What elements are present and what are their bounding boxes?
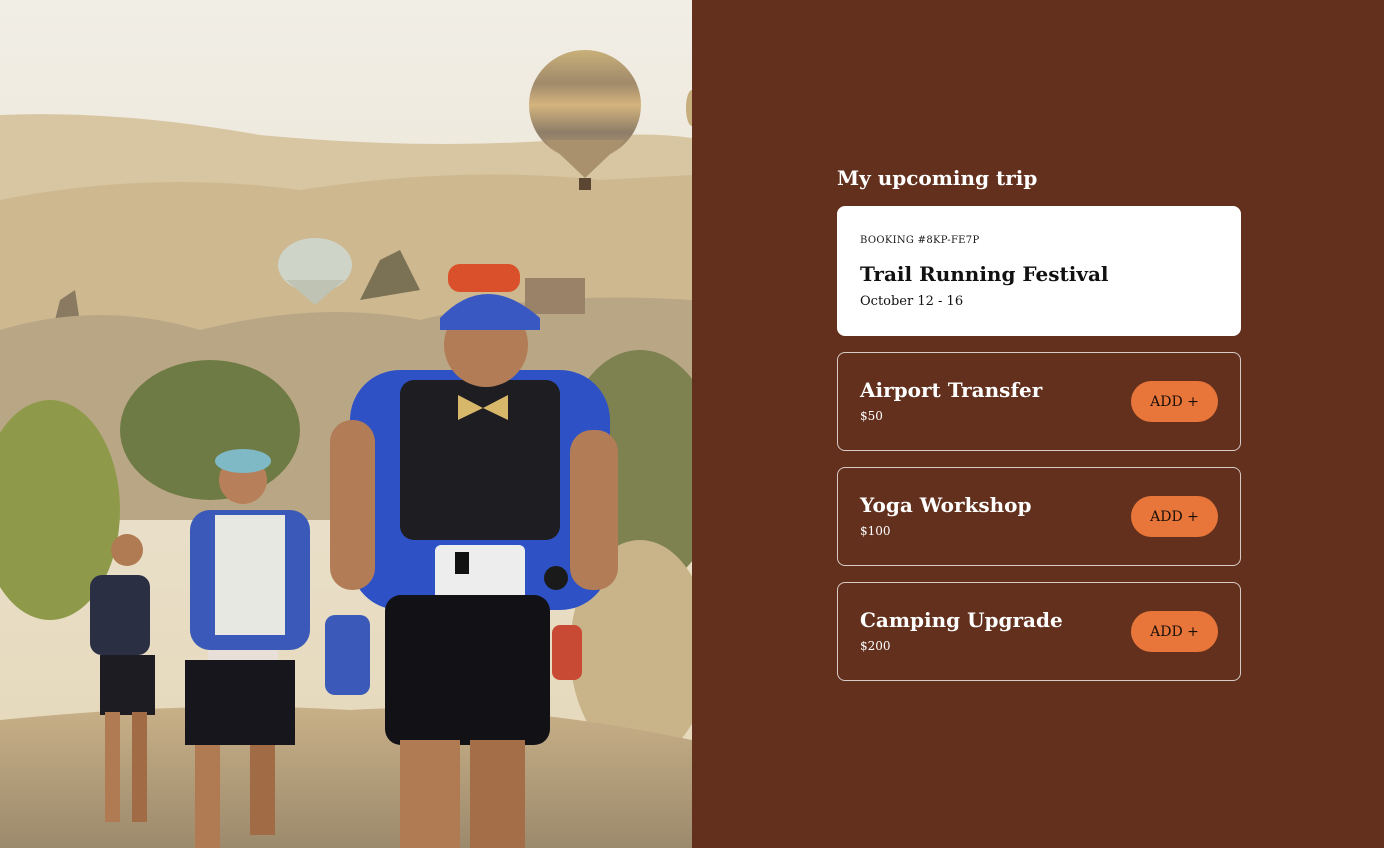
trail-runners-photo-icon: [0, 0, 692, 848]
addon-card-airport-transfer: Airport Transfer $50 ADD +: [837, 352, 1241, 451]
add-camping-upgrade-button[interactable]: ADD +: [1131, 611, 1218, 652]
addon-name: Camping Upgrade: [860, 608, 1063, 632]
addon-card-camping-upgrade: Camping Upgrade $200 ADD +: [837, 582, 1241, 681]
event-dates: October 12 - 16: [860, 294, 964, 309]
booking-card: BOOKING #8KP-FE7P Trail Running Festival…: [837, 206, 1241, 336]
addon-price: $200: [860, 639, 891, 653]
addon-name: Airport Transfer: [860, 378, 1043, 402]
page-title: My upcoming trip: [837, 166, 1038, 190]
add-yoga-workshop-button[interactable]: ADD +: [1131, 496, 1218, 537]
add-airport-transfer-button[interactable]: ADD +: [1131, 381, 1218, 422]
addon-card-yoga-workshop: Yoga Workshop $100 ADD +: [837, 467, 1241, 566]
addon-name: Yoga Workshop: [860, 493, 1032, 517]
addon-price: $50: [860, 409, 883, 423]
event-name: Trail Running Festival: [860, 262, 1109, 286]
trip-panel: My upcoming trip BOOKING #8KP-FE7P Trail…: [692, 0, 1384, 848]
addon-price: $100: [860, 524, 891, 538]
hero-photo: [0, 0, 692, 848]
booking-id: BOOKING #8KP-FE7P: [860, 235, 980, 246]
